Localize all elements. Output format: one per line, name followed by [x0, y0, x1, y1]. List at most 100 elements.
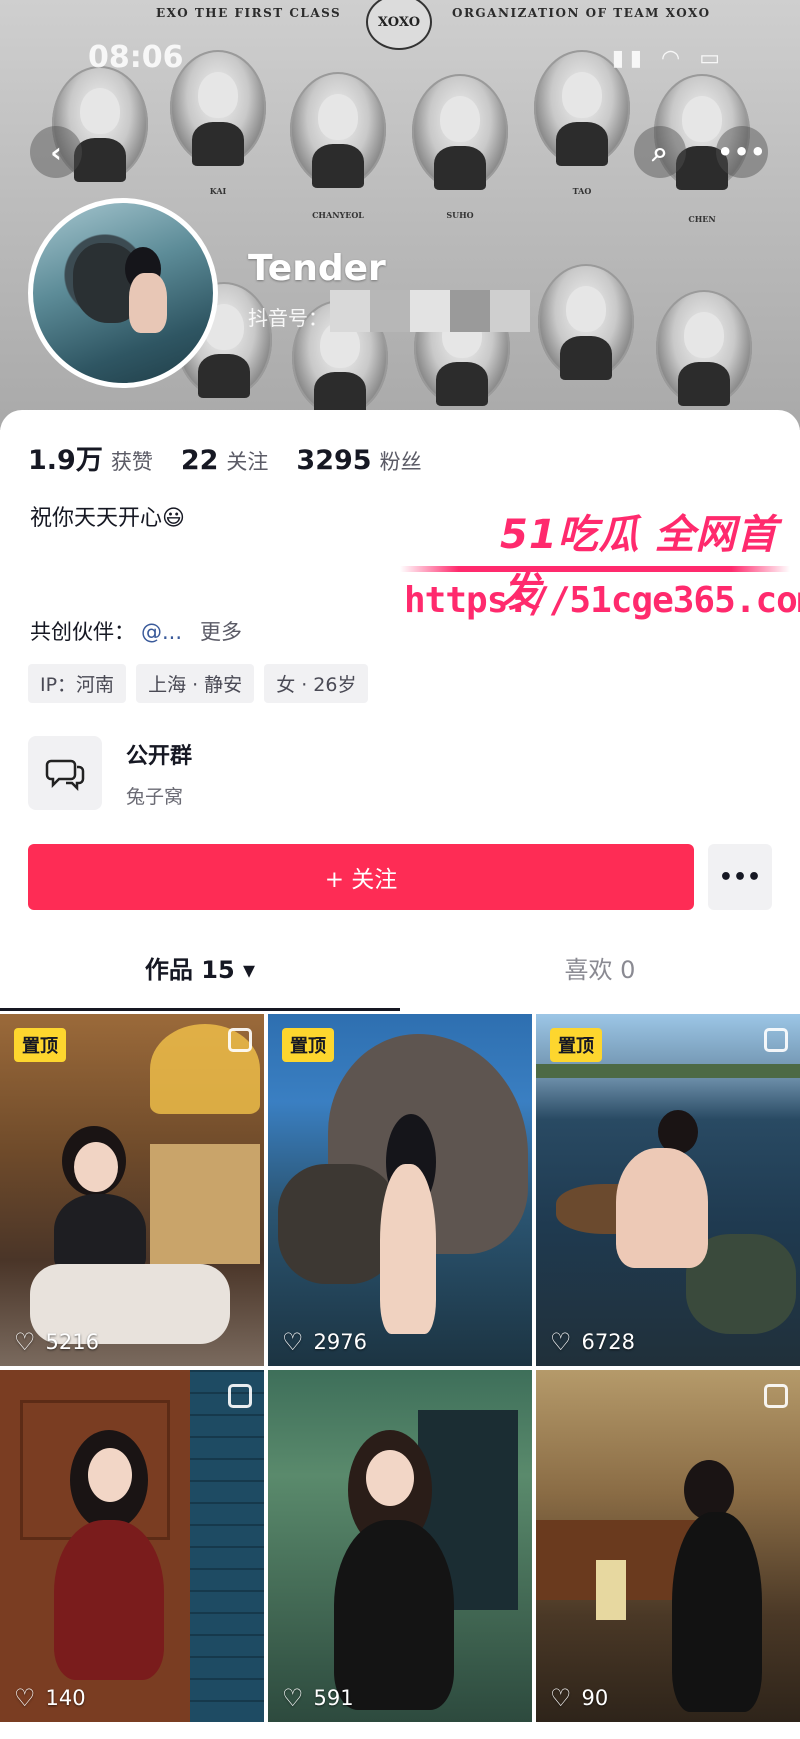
stat-value: 22	[180, 445, 219, 476]
figure-body	[380, 1164, 436, 1334]
status-time: 08:06	[88, 40, 184, 75]
profile-bio: 祝你天天开心😃	[30, 506, 185, 531]
heart-icon: ♡	[550, 1328, 572, 1356]
chat-bubble-icon	[28, 736, 102, 810]
avatar[interactable]	[28, 198, 218, 388]
tab-works[interactable]: 作品 15 ▾	[0, 950, 400, 1002]
shoreline-shape	[536, 1064, 800, 1078]
portrait-name: KAI	[209, 186, 227, 196]
banner-caption-right: ORGANIZATION OF TEAM XOXO	[452, 6, 711, 20]
heart-icon: ♡	[282, 1328, 304, 1356]
content-tabs: 作品 15 ▾ 喜欢 0	[0, 950, 800, 1002]
portrait-name: CHANYEOL	[312, 210, 364, 220]
douyin-id-mosaic	[330, 290, 530, 332]
post-likes: ♡ 6728	[550, 1328, 635, 1356]
multi-image-icon	[764, 1028, 788, 1052]
heart-icon: ♡	[14, 1684, 36, 1712]
multi-image-icon	[764, 1384, 788, 1408]
banner-crest: XOXO	[366, 0, 432, 50]
drink-shape	[596, 1560, 626, 1620]
tag-location: 上海 · 静安	[136, 664, 255, 703]
like-count: 2976	[313, 1330, 367, 1354]
figure-face	[74, 1142, 118, 1192]
ellipsis-icon: •••	[718, 864, 762, 890]
douyin-id-label: 抖音号：	[248, 306, 328, 330]
profile-tags: IP：河南 上海 · 静安 女 · 26岁	[28, 664, 369, 703]
like-count: 5216	[45, 1330, 99, 1354]
post-thumbnail[interactable]: ♡ 90	[536, 1370, 800, 1722]
like-count: 6728	[581, 1330, 635, 1354]
post-thumbnail[interactable]: 置顶 ♡ 2976	[268, 1014, 532, 1366]
back-button[interactable]: ‹	[30, 126, 82, 178]
posts-grid: 置顶 ♡ 5216 置顶 ♡ 2976 置顶 ♡ 6728 ♡ 140 ♡ 59…	[0, 1014, 800, 1722]
stat-followers[interactable]: 3295 粉丝	[296, 445, 421, 476]
post-likes: ♡ 591	[282, 1684, 354, 1712]
banner-portrait	[656, 290, 752, 406]
active-tab-indicator	[0, 1008, 400, 1011]
portrait-name: TAO	[572, 186, 592, 196]
ellipsis-icon: •••	[717, 138, 767, 166]
more-actions-button[interactable]: •••	[708, 844, 772, 910]
pinned-badge: 置顶	[550, 1028, 602, 1062]
heart-icon: ♡	[550, 1684, 572, 1712]
stat-following[interactable]: 22 关注	[181, 445, 269, 476]
post-thumbnail[interactable]: ♡ 140	[0, 1370, 264, 1722]
post-likes: ♡ 5216	[14, 1328, 99, 1356]
group-title: 公开群	[126, 743, 193, 769]
post-thumbnail[interactable]: ♡ 591	[268, 1370, 532, 1722]
tag-ip: IP：河南	[28, 664, 127, 703]
post-likes: ♡ 90	[550, 1684, 608, 1712]
profile-name: Tender	[248, 248, 386, 289]
multi-image-icon	[228, 1384, 252, 1408]
banner-portrait	[538, 264, 634, 380]
heart-icon: ♡	[282, 1684, 304, 1712]
post-thumbnail[interactable]: 置顶 ♡ 5216	[0, 1014, 264, 1366]
profile-stats: 1.9万 获赞 22 关注 3295 粉丝	[28, 438, 422, 477]
group-subtitle: 兔子窝	[126, 785, 184, 808]
watermark-url: https://51cge365.com	[404, 580, 800, 621]
public-group-entry[interactable]: 公开群 兔子窝	[28, 736, 192, 810]
pinned-badge: 置顶	[282, 1028, 334, 1062]
stat-label: 关注	[226, 450, 269, 474]
figure-body	[616, 1148, 708, 1268]
stat-likes[interactable]: 1.9万 获赞	[28, 438, 153, 477]
stat-label: 粉丝	[379, 450, 422, 474]
figure-body	[334, 1520, 454, 1710]
like-count: 140	[45, 1686, 86, 1710]
stat-label: 获赞	[110, 450, 153, 474]
group-text: 公开群 兔子窝	[126, 738, 192, 809]
pinned-badge: 置顶	[14, 1028, 66, 1062]
post-likes: ♡ 2976	[282, 1328, 367, 1356]
banner-portrait	[170, 50, 266, 166]
figure-body	[54, 1194, 146, 1274]
portrait-name: CHEN	[688, 214, 716, 224]
search-icon: ⌕	[652, 135, 668, 168]
tag-gender-age: 女 · 26岁	[264, 664, 369, 703]
like-count: 591	[313, 1686, 354, 1710]
stat-value: 1.9万	[28, 445, 103, 476]
figure-body	[672, 1512, 762, 1712]
cocreate-label: 共创伙伴：	[30, 620, 135, 644]
portrait-name: SUHO	[446, 210, 474, 220]
figure-body	[54, 1520, 164, 1680]
watermark-divider	[400, 566, 790, 572]
figure-hair	[684, 1460, 734, 1520]
stat-value: 3295	[296, 445, 372, 476]
status-icons: ▮▮ ◠ ▭	[611, 46, 726, 71]
profile-card: 1.9万 获赞 22 关注 3295 粉丝 祝你天天开心😃 51吃瓜 全网首发 htt…	[0, 410, 800, 1739]
heart-icon: ♡	[14, 1328, 36, 1356]
search-button[interactable]: ⌕	[634, 126, 686, 178]
figure-face	[88, 1448, 132, 1502]
figure-face	[366, 1450, 414, 1506]
corkboard-shape	[150, 1144, 260, 1264]
follow-button[interactable]: + 关注	[28, 844, 694, 910]
post-thumbnail[interactable]: 置顶 ♡ 6728	[536, 1014, 800, 1366]
profile-banner: EXO THE FIRST CLASS XOXO ORGANIZATION OF…	[0, 0, 800, 430]
tab-likes[interactable]: 喜欢 0	[400, 950, 800, 1002]
banner-portrait	[290, 72, 386, 188]
cocreate-link[interactable]: @...	[141, 620, 182, 644]
cocreate-more-link[interactable]: 更多	[200, 620, 242, 644]
avatar-figure	[129, 273, 167, 333]
more-options-button[interactable]: •••	[716, 126, 768, 178]
banner-portrait	[412, 74, 508, 190]
